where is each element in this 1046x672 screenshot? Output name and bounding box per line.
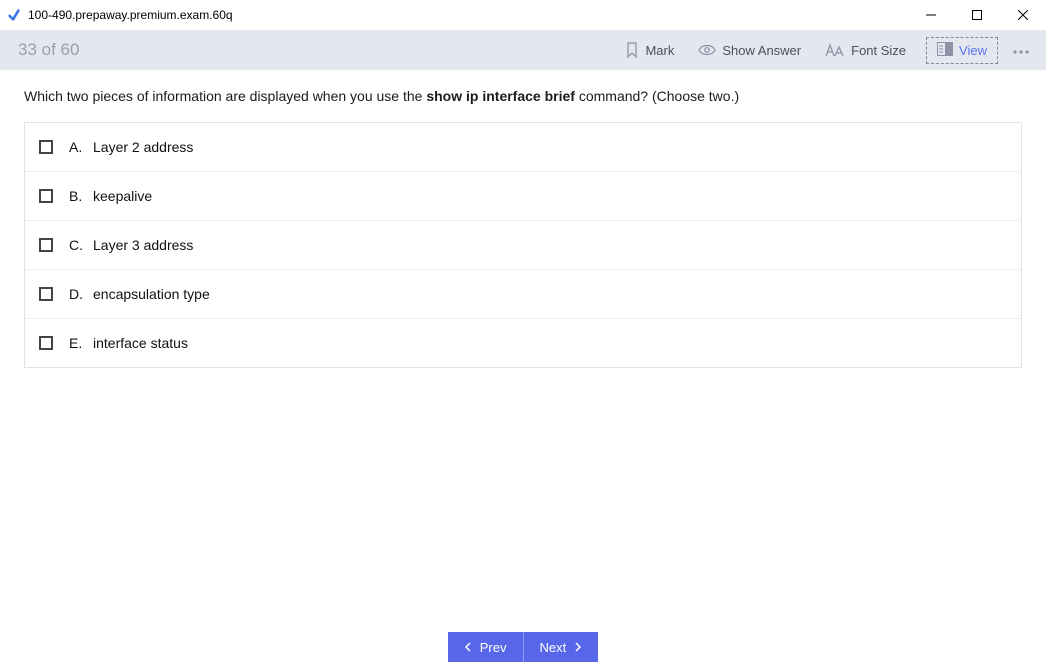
option-letter: C. <box>69 237 93 253</box>
window-title: 100-490.prepaway.premium.exam.60q <box>28 8 908 22</box>
option-text: Layer 2 address <box>93 139 193 155</box>
titlebar: 100-490.prepaway.premium.exam.60q <box>0 0 1046 30</box>
prev-button[interactable]: Prev <box>448 632 524 662</box>
app-logo-icon <box>6 7 22 23</box>
question-command: show ip interface brief <box>426 88 575 104</box>
question-progress: 33 of 60 <box>18 40 79 60</box>
checkbox-icon <box>39 238 53 252</box>
nav-group: Prev Next <box>448 632 598 662</box>
window-controls <box>908 0 1046 30</box>
mark-label: Mark <box>645 43 674 58</box>
view-panel-icon <box>937 42 953 59</box>
options-list: A. Layer 2 address B. keepalive C. Layer… <box>24 122 1022 368</box>
option-text: encapsulation type <box>93 286 210 302</box>
option-a[interactable]: A. Layer 2 address <box>25 123 1021 172</box>
option-text: interface status <box>93 335 188 351</box>
option-letter: B. <box>69 188 93 204</box>
option-text: Layer 3 address <box>93 237 193 253</box>
more-button[interactable] <box>1012 43 1030 58</box>
show-answer-button[interactable]: Show Answer <box>698 43 801 58</box>
question-suffix: command? (Choose two.) <box>575 88 739 104</box>
option-text: keepalive <box>93 188 152 204</box>
prev-label: Prev <box>480 640 507 655</box>
view-button[interactable]: View <box>926 37 998 64</box>
minimize-button[interactable] <box>908 0 954 30</box>
font-size-icon <box>825 43 845 58</box>
footer-nav: Prev Next <box>0 632 1046 662</box>
mark-button[interactable]: Mark <box>625 42 674 58</box>
font-size-button[interactable]: Font Size <box>825 43 906 58</box>
option-b[interactable]: B. keepalive <box>25 172 1021 221</box>
question-text: Which two pieces of information are disp… <box>24 88 1022 104</box>
option-letter: E. <box>69 335 93 351</box>
bookmark-icon <box>625 42 639 58</box>
view-label: View <box>959 43 987 58</box>
close-button[interactable] <box>1000 0 1046 30</box>
checkbox-icon <box>39 287 53 301</box>
checkbox-icon <box>39 336 53 350</box>
maximize-button[interactable] <box>954 0 1000 30</box>
font-size-label: Font Size <box>851 43 906 58</box>
checkbox-icon <box>39 140 53 154</box>
eye-icon <box>698 43 716 57</box>
question-area: Which two pieces of information are disp… <box>0 70 1046 386</box>
option-letter: D. <box>69 286 93 302</box>
chevron-left-icon <box>464 640 472 655</box>
next-button[interactable]: Next <box>524 632 599 662</box>
checkbox-icon <box>39 189 53 203</box>
chevron-right-icon <box>574 640 582 655</box>
option-letter: A. <box>69 139 93 155</box>
toolbar: 33 of 60 Mark Show Answer Font Size View <box>0 30 1046 70</box>
show-answer-label: Show Answer <box>722 43 801 58</box>
more-icon <box>1012 43 1030 58</box>
next-label: Next <box>540 640 567 655</box>
option-c[interactable]: C. Layer 3 address <box>25 221 1021 270</box>
option-e[interactable]: E. interface status <box>25 319 1021 367</box>
question-prefix: Which two pieces of information are disp… <box>24 88 426 104</box>
option-d[interactable]: D. encapsulation type <box>25 270 1021 319</box>
